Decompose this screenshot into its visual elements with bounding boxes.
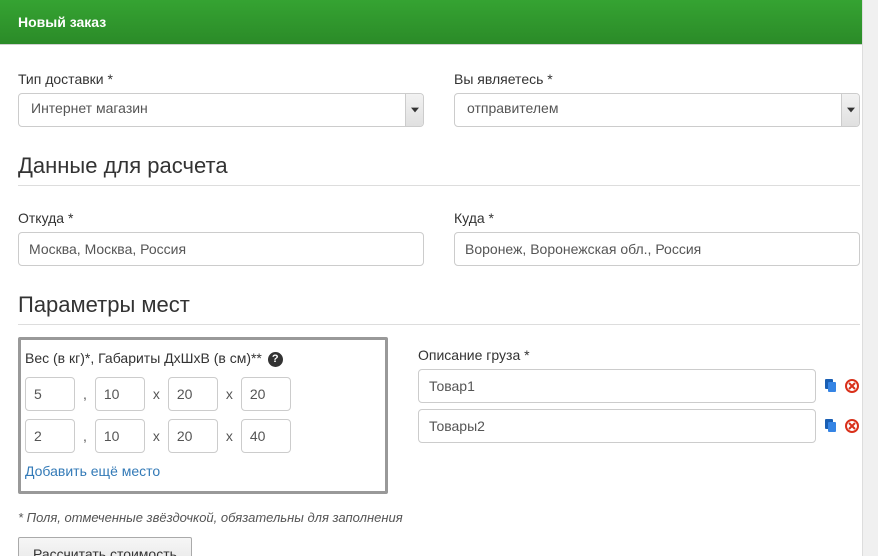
delete-icon[interactable] [844,378,860,394]
x-sep: x [224,428,235,444]
calculate-button[interactable]: Рассчитать стоимость [18,537,192,556]
x-sep: x [151,428,162,444]
help-icon[interactable]: ? [268,352,283,367]
required-footnote: * Поля, отмеченные звёздочкой, обязатель… [18,510,860,525]
copy-icon[interactable] [822,378,838,394]
length-input[interactable] [95,419,145,453]
dims-label: Вес (в кг)*, Габариты ДхШхВ (в см)** ? [25,350,373,367]
x-sep: x [151,386,162,402]
to-input[interactable] [454,232,860,266]
comma-sep: , [81,428,89,444]
role-select[interactable]: отправителем [454,93,860,127]
x-sep: x [224,386,235,402]
from-input[interactable] [18,232,424,266]
cargo-row [418,369,860,403]
weight-input[interactable] [25,419,75,453]
delivery-type-select[interactable]: Интернет магазин [18,93,424,127]
to-label: Куда * [454,210,860,226]
params-section-title: Параметры мест [18,292,860,325]
calc-section-title: Данные для расчета [18,153,860,186]
cargo-input[interactable] [418,369,816,403]
panel-header: Новый заказ [0,0,878,45]
role-value: отправителем [467,100,558,116]
width-input[interactable] [168,419,218,453]
cargo-input[interactable] [418,409,816,443]
length-input[interactable] [95,377,145,411]
delivery-type-label: Тип доставки * [18,71,424,87]
dimensions-box: Вес (в кг)*, Габариты ДхШхВ (в см)** ? ,… [18,337,388,494]
panel-title: Новый заказ [18,14,106,30]
weight-input[interactable] [25,377,75,411]
height-input[interactable] [241,419,291,453]
dim-row: , x x [25,377,373,411]
from-label: Откуда * [18,210,424,226]
dim-row: , x x [25,419,373,453]
height-input[interactable] [241,377,291,411]
width-input[interactable] [168,377,218,411]
copy-icon[interactable] [822,418,838,434]
cargo-row [418,409,860,443]
comma-sep: , [81,386,89,402]
cargo-label: Описание груза * [418,347,860,363]
scrollbar[interactable] [862,0,878,556]
delete-icon[interactable] [844,418,860,434]
delivery-type-value: Интернет магазин [31,100,148,116]
add-place-link[interactable]: Добавить ещё место [25,463,160,479]
role-label: Вы являетесь * [454,71,860,87]
